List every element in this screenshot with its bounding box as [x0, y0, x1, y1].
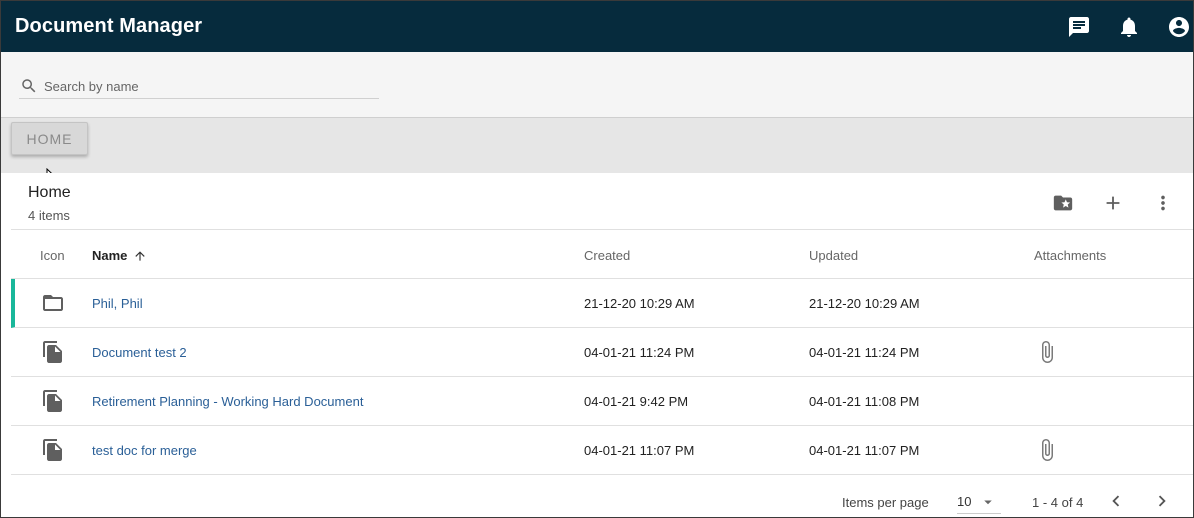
column-header-name[interactable]: Name	[92, 248, 147, 263]
attachment-icon[interactable]	[1035, 438, 1059, 462]
search-field[interactable]	[19, 74, 379, 99]
row-name-link[interactable]: Document test 2	[92, 345, 187, 360]
app-bar: Document Manager	[1, 1, 1193, 52]
search-icon	[22, 79, 36, 93]
row-updated: 04-01-21 11:07 PM	[809, 443, 920, 458]
document-icon	[41, 340, 65, 364]
table-header: Icon Name Created Updated Attachments	[11, 230, 1193, 279]
breadcrumb: HOME	[1, 117, 1193, 186]
row-updated: 04-01-21 11:24 PM	[809, 345, 920, 360]
row-name-link[interactable]: Phil, Phil	[92, 296, 143, 311]
app-bar-actions	[1041, 1, 1193, 52]
app-title: Document Manager	[15, 15, 203, 37]
folder-icon	[41, 291, 65, 315]
chevron-right-icon	[1158, 495, 1166, 507]
search-bar-area	[1, 52, 1193, 117]
next-page-button[interactable]	[1150, 489, 1174, 513]
panel-actions	[1025, 191, 1175, 215]
item-count: 4 items	[28, 208, 70, 223]
page-range-label: 1 - 4 of 4	[1032, 495, 1084, 510]
row-created: 04-01-21 9:42 PM	[584, 394, 689, 409]
account-circle-icon[interactable]	[1167, 15, 1191, 39]
add-icon[interactable]	[1101, 191, 1125, 215]
sort-arrow-up-icon	[135, 250, 146, 261]
chevron-left-icon	[1112, 495, 1120, 507]
row-name-link[interactable]: test doc for merge	[92, 443, 197, 458]
document-icon	[41, 389, 65, 413]
row-updated: 21-12-20 10:29 AM	[809, 296, 920, 311]
panel-header: Home 4 items	[11, 173, 1193, 230]
paginator: Items per page 10 1 - 4 of 4	[11, 488, 1193, 516]
row-created: 04-01-21 11:07 PM	[584, 443, 695, 458]
column-header-created[interactable]: Created	[584, 248, 630, 263]
row-name-link[interactable]: Retirement Planning - Working Hard Docum…	[92, 394, 363, 409]
items-per-page-value: 10	[957, 494, 972, 509]
table-row[interactable]: test doc for merge 04-01-21 11:07 PM 04-…	[11, 426, 1193, 475]
column-header-updated[interactable]: Updated	[809, 248, 858, 263]
folder-star-icon[interactable]	[1051, 191, 1075, 215]
row-updated: 04-01-21 11:08 PM	[809, 394, 920, 409]
items-per-page-select[interactable]: 10	[957, 490, 1001, 514]
more-vert-icon[interactable]	[1151, 191, 1175, 215]
items-per-page-label: Items per page	[842, 495, 929, 510]
panel-title: Home	[28, 184, 71, 201]
attachment-icon[interactable]	[1035, 340, 1059, 364]
documents-panel: Home 4 items Icon Name Created Updated A…	[11, 173, 1193, 517]
column-header-icon: Icon	[40, 248, 65, 263]
column-header-attachments[interactable]: Attachments	[1034, 248, 1106, 263]
table-row[interactable]: Retirement Planning - Working Hard Docum…	[11, 377, 1193, 426]
bell-icon[interactable]	[1117, 15, 1141, 39]
table-row[interactable]: Phil, Phil 21-12-20 10:29 AM 21-12-20 10…	[11, 279, 1193, 328]
column-header-name-label: Name	[92, 248, 128, 263]
table-row[interactable]: Document test 2 04-01-21 11:24 PM 04-01-…	[11, 328, 1193, 377]
dropdown-arrow-icon	[984, 500, 993, 504]
search-input[interactable]	[44, 78, 364, 94]
row-created: 21-12-20 10:29 AM	[584, 296, 695, 311]
document-icon	[41, 438, 65, 462]
breadcrumb-home-button[interactable]: HOME	[11, 122, 88, 155]
row-created: 04-01-21 11:24 PM	[584, 345, 695, 360]
previous-page-button[interactable]	[1104, 489, 1128, 513]
chat-icon[interactable]	[1067, 15, 1091, 39]
